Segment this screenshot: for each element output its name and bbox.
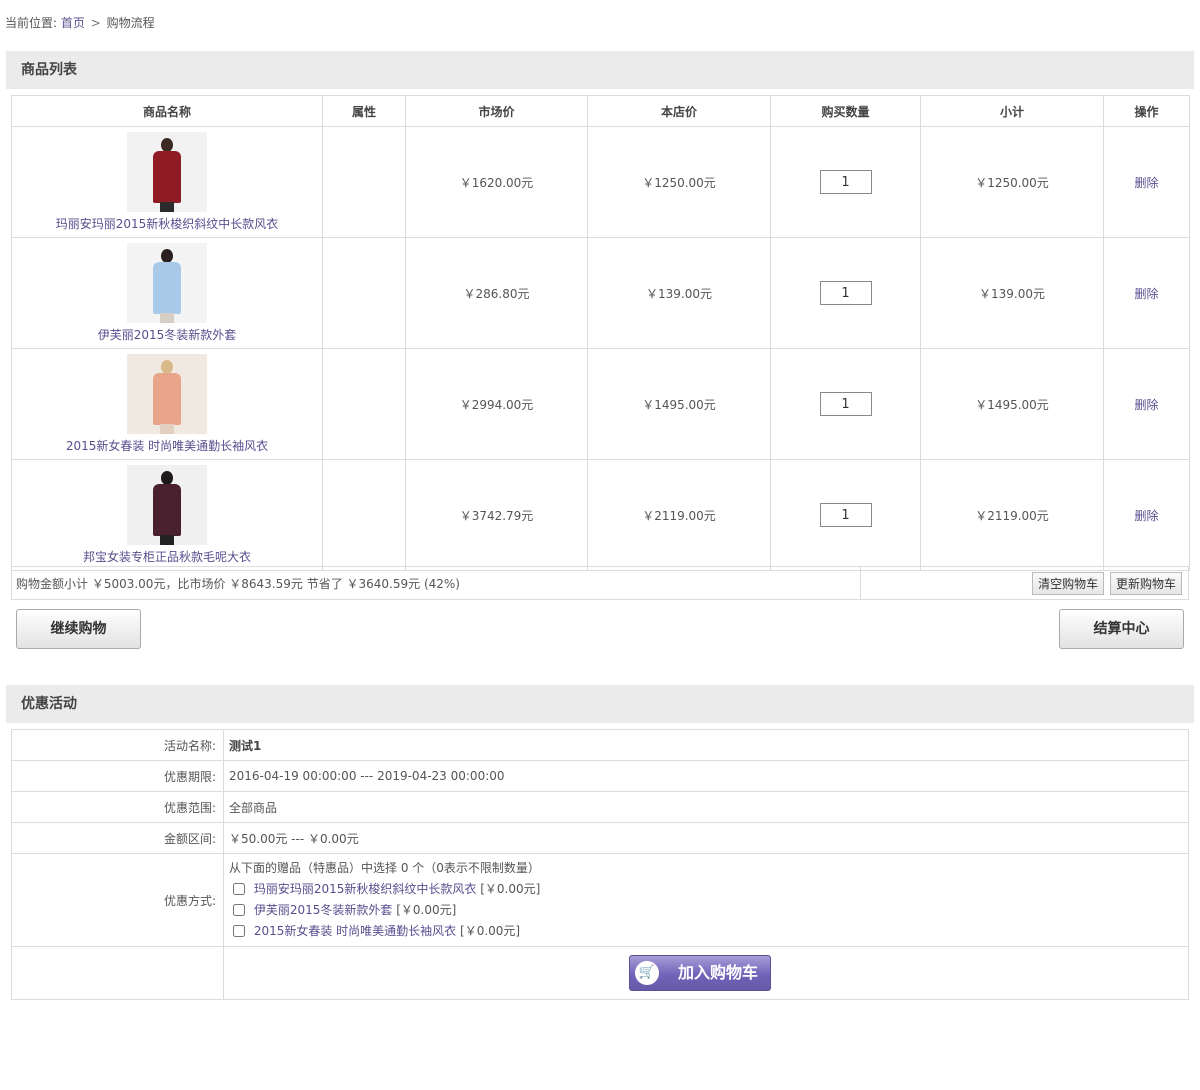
product-name-link[interactable]: 玛丽安玛丽2015新秋梭织斜纹中长款风衣: [56, 217, 279, 231]
promo-section-header: 优惠活动: [6, 685, 1194, 723]
cart-table-header: 商品名称 属性 市场价 本店价 购买数量 小计 操作: [11, 95, 1190, 127]
cart-table: 商品名称 属性 市场价 本店价 购买数量 小计 操作 玛丽安玛丽2015新秋梭织…: [11, 95, 1190, 571]
promo-period-value: 2016-04-19 00:00:00 --- 2019-04-23 00:00…: [223, 760, 1189, 792]
col-header-quantity: 购买数量: [770, 95, 921, 127]
col-header-attr: 属性: [322, 95, 406, 127]
continue-shopping-button[interactable]: 继续购物: [16, 609, 141, 649]
subtotal: ￥2119.00元: [920, 459, 1104, 571]
market-price: ￥3742.79元: [405, 459, 588, 571]
gift-price: [￥0.00元]: [396, 903, 457, 917]
cart-goods-cell: 伊芙丽2015冬装新款外套: [11, 237, 323, 349]
quantity-input[interactable]: [819, 281, 872, 305]
cart-summary-text: 购物金额小计 ￥5003.00元，比市场价 ￥8643.59元 节省了 ￥364…: [11, 566, 861, 600]
product-attr: [322, 126, 406, 238]
gift-checkbox[interactable]: [233, 925, 245, 937]
gift-checkbox[interactable]: [233, 883, 245, 895]
breadcrumb-current: 购物流程: [106, 16, 155, 30]
cart-summary: 购物金额小计 ￥5003.00元，比市场价 ￥8643.59元 节省了 ￥364…: [11, 566, 1189, 600]
product-attr: [322, 237, 406, 349]
update-cart-button[interactable]: 更新购物车: [1109, 571, 1182, 595]
product-attr: [322, 348, 406, 460]
col-header-shop-price: 本店价: [587, 95, 771, 127]
cart-section-header: 商品列表: [6, 51, 1194, 89]
delete-link[interactable]: 删除: [1134, 398, 1158, 412]
promo-method-intro: 从下面的赠品（特惠品）中选择 0 个（0表示不限制数量）: [229, 861, 540, 875]
quantity-input[interactable]: [819, 503, 872, 527]
add-to-cart-button[interactable]: 🛒 加入购物车: [629, 955, 771, 991]
product-attr: [322, 459, 406, 571]
breadcrumb: 当前位置: 首页 > 购物流程: [5, 14, 155, 31]
shop-price: ￥139.00元: [587, 237, 771, 349]
product-thumbnail[interactable]: [127, 132, 207, 212]
promo-period-label: 优惠期限:: [11, 760, 224, 792]
market-price: ￥1620.00元: [405, 126, 588, 238]
subtotal: ￥1250.00元: [920, 126, 1104, 238]
breadcrumb-prefix: 当前位置:: [5, 16, 58, 30]
col-header-action: 操作: [1103, 95, 1190, 127]
promo-method-label: 优惠方式:: [11, 853, 224, 947]
cart-row: 邦宝女装专柜正品秋款毛呢大衣 ￥3742.79元 ￥2119.00元 ￥2119…: [11, 459, 1190, 571]
product-name-link[interactable]: 2015新女春装 时尚唯美通勤长袖风衣: [66, 439, 268, 453]
gift-checkbox[interactable]: [233, 904, 245, 916]
cart-icon: 🛒: [635, 961, 659, 985]
delete-link[interactable]: 删除: [1134, 509, 1158, 523]
product-name-link[interactable]: 伊芙丽2015冬装新款外套: [98, 328, 237, 342]
shop-price: ￥1250.00元: [587, 126, 771, 238]
clear-cart-button[interactable]: 清空购物车: [1032, 571, 1105, 595]
cart-goods-cell: 玛丽安玛丽2015新秋梭织斜纹中长款风衣: [11, 126, 323, 238]
quantity-input[interactable]: [819, 170, 872, 194]
checkout-button[interactable]: 结算中心: [1059, 609, 1184, 649]
gift-name-link[interactable]: 2015新女春装 时尚唯美通勤长袖风衣: [254, 924, 456, 938]
gift-name-link[interactable]: 伊芙丽2015冬装新款外套: [254, 903, 393, 917]
breadcrumb-home-link[interactable]: 首页: [61, 16, 85, 30]
gift-list: 玛丽安玛丽2015新秋梭织斜纹中长款风衣 [￥0.00元] 伊芙丽2015冬装新…: [229, 879, 1187, 942]
gift-name-link[interactable]: 玛丽安玛丽2015新秋梭织斜纹中长款风衣: [254, 882, 477, 896]
cart-row: 2015新女春装 时尚唯美通勤长袖风衣 ￥2994.00元 ￥1495.00元 …: [11, 348, 1190, 460]
delete-link[interactable]: 删除: [1134, 287, 1158, 301]
gift-price: [￥0.00元]: [480, 882, 541, 896]
cart-row: 伊芙丽2015冬装新款外套 ￥286.80元 ￥139.00元 ￥139.00元…: [11, 237, 1190, 349]
delete-link[interactable]: 删除: [1134, 176, 1158, 190]
product-name-link[interactable]: 邦宝女装专柜正品秋款毛呢大衣: [83, 550, 251, 564]
product-thumbnail[interactable]: [127, 465, 207, 545]
gift-item: 2015新女春装 时尚唯美通勤长袖风衣 [￥0.00元]: [229, 921, 1187, 942]
promo-amount-value: ￥50.00元 --- ￥0.00元: [223, 822, 1189, 854]
cart-goods-cell: 邦宝女装专柜正品秋款毛呢大衣: [11, 459, 323, 571]
add-to-cart-label: 加入购物车: [677, 963, 758, 982]
gift-item: 玛丽安玛丽2015新秋梭织斜纹中长款风衣 [￥0.00元]: [229, 879, 1187, 900]
promo-scope-value: 全部商品: [223, 791, 1189, 823]
shop-price: ￥2119.00元: [587, 459, 771, 571]
subtotal: ￥1495.00元: [920, 348, 1104, 460]
col-header-subtotal: 小计: [920, 95, 1104, 127]
promo-table: 活动名称: 测试1 优惠期限: 2016-04-19 00:00:00 --- …: [11, 729, 1189, 1000]
promo-method-cell: 从下面的赠品（特惠品）中选择 0 个（0表示不限制数量） 玛丽安玛丽2015新秋…: [223, 853, 1189, 947]
promo-scope-label: 优惠范围:: [11, 791, 224, 823]
gift-price: [￥0.00元]: [460, 924, 521, 938]
breadcrumb-separator: >: [90, 16, 101, 30]
promo-name-value: 测试1: [223, 729, 1189, 761]
market-price: ￥2994.00元: [405, 348, 588, 460]
product-thumbnail[interactable]: [127, 243, 207, 323]
gift-item: 伊芙丽2015冬装新款外套 [￥0.00元]: [229, 900, 1187, 921]
cart-row: 玛丽安玛丽2015新秋梭织斜纹中长款风衣 ￥1620.00元 ￥1250.00元…: [11, 126, 1190, 238]
promo-name-label: 活动名称:: [11, 729, 224, 761]
col-header-market-price: 市场价: [405, 95, 588, 127]
quantity-input[interactable]: [819, 392, 872, 416]
shop-price: ￥1495.00元: [587, 348, 771, 460]
cart-goods-cell: 2015新女春装 时尚唯美通勤长袖风衣: [11, 348, 323, 460]
subtotal: ￥139.00元: [920, 237, 1104, 349]
product-thumbnail[interactable]: [127, 354, 207, 434]
promo-amount-label: 金额区间:: [11, 822, 224, 854]
col-header-name: 商品名称: [11, 95, 323, 127]
market-price: ￥286.80元: [405, 237, 588, 349]
